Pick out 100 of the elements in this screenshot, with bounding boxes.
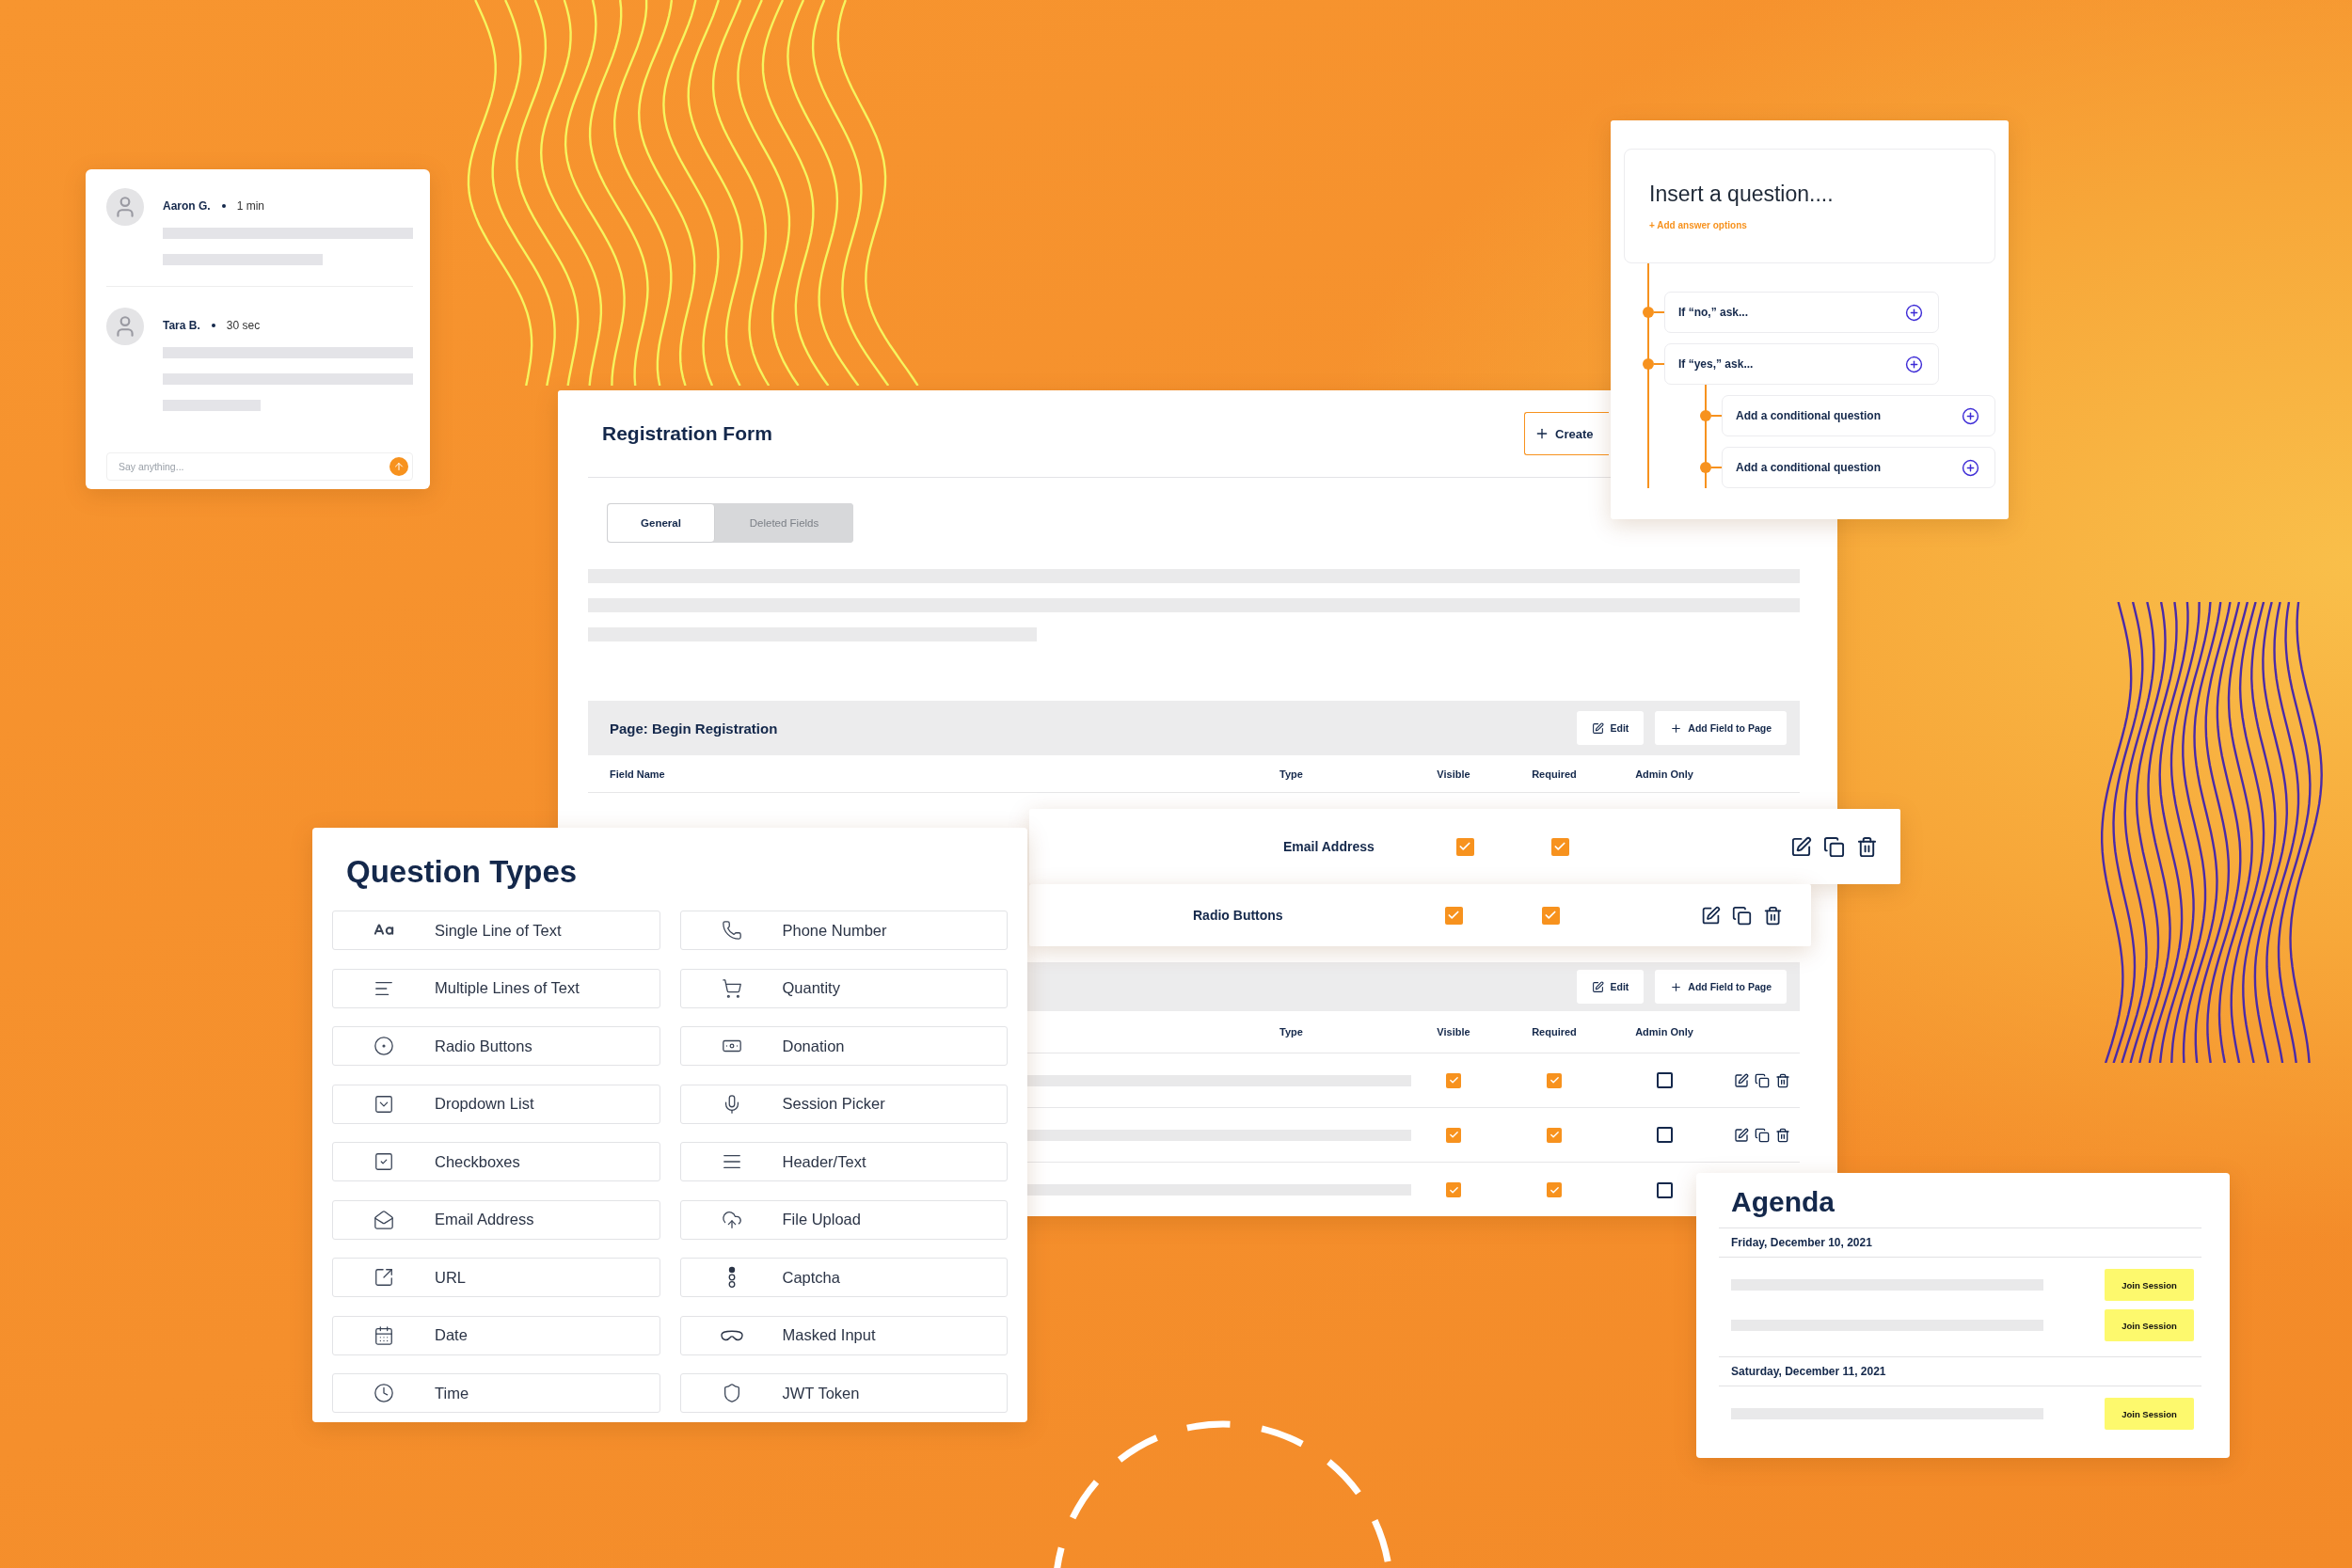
card-title: Question Types bbox=[346, 854, 579, 890]
separator-dot bbox=[221, 204, 226, 208]
question-type-item[interactable]: Radio Buttons bbox=[332, 1026, 660, 1066]
checkbox[interactable] bbox=[1446, 1182, 1461, 1197]
check-icon bbox=[1549, 1075, 1560, 1085]
checkbox[interactable] bbox=[1446, 1072, 1461, 1088]
copy-icon[interactable] bbox=[1823, 835, 1845, 858]
column-header: Type bbox=[1279, 1026, 1303, 1037]
question-type-item[interactable]: Phone Number bbox=[679, 911, 1008, 950]
question-type-item[interactable]: Quantity bbox=[679, 968, 1008, 1008]
field-row-card[interactable]: Radio Buttons bbox=[1029, 884, 1811, 946]
checkbox[interactable] bbox=[1444, 906, 1463, 925]
question-box[interactable]: Insert a question.... + Add answer options bbox=[1624, 149, 1995, 263]
question-type-item[interactable]: Donation bbox=[679, 1026, 1008, 1066]
question-type-item[interactable]: Checkboxes bbox=[332, 1142, 660, 1181]
branch-item[interactable]: If “yes,” ask... bbox=[1664, 343, 1939, 385]
card-title: Agenda bbox=[1730, 1186, 1836, 1219]
edit-icon bbox=[1592, 980, 1605, 993]
question-type-item[interactable]: Date bbox=[332, 1315, 660, 1355]
arrow-up-icon bbox=[393, 461, 405, 472]
question-type-item[interactable]: Time bbox=[332, 1373, 660, 1413]
checkbox[interactable] bbox=[1656, 1181, 1673, 1198]
message-field[interactable]: Say anything... bbox=[106, 452, 413, 481]
column-header: Visible bbox=[1437, 768, 1470, 780]
question-type-item[interactable]: Session Picker bbox=[679, 1084, 1008, 1124]
trash-icon[interactable] bbox=[1775, 1072, 1790, 1088]
checkbox-icon bbox=[373, 1151, 394, 1172]
check-icon bbox=[1544, 909, 1557, 922]
checkbox[interactable] bbox=[1547, 1127, 1562, 1143]
add-field-button[interactable]: Add Field to Page bbox=[1655, 970, 1787, 1004]
column-header: Type bbox=[1279, 768, 1303, 780]
copy-icon[interactable] bbox=[1732, 905, 1752, 926]
column-header: Visible bbox=[1437, 1026, 1470, 1037]
checkbox[interactable] bbox=[1547, 1182, 1562, 1197]
tab[interactable]: General bbox=[607, 503, 715, 543]
question-type-item[interactable]: Single Line of Text bbox=[332, 911, 660, 950]
join-session-button[interactable]: Join Session bbox=[2105, 1309, 2194, 1341]
check-icon bbox=[1549, 1184, 1560, 1196]
checkbox[interactable] bbox=[1550, 837, 1569, 856]
add-icon[interactable] bbox=[1905, 303, 1923, 322]
branch-item[interactable]: Add a conditional question bbox=[1722, 447, 1995, 488]
trash-icon[interactable] bbox=[1763, 905, 1783, 926]
question-type-item[interactable]: Captcha bbox=[679, 1258, 1008, 1297]
add-field-button[interactable]: Add Field to Page bbox=[1655, 711, 1787, 745]
clock-icon bbox=[373, 1383, 394, 1403]
plus-icon bbox=[1534, 426, 1549, 441]
checkbox[interactable] bbox=[1455, 837, 1474, 856]
question-type-item[interactable]: Dropdown List bbox=[332, 1084, 660, 1124]
question-type-item[interactable]: File Upload bbox=[679, 1199, 1008, 1240]
join-session-button[interactable]: Join Session bbox=[2105, 1398, 2194, 1430]
cloud-upload-icon bbox=[721, 1209, 742, 1230]
form-title: Registration Form bbox=[602, 422, 773, 445]
join-session-button[interactable]: Join Session bbox=[2105, 1269, 2194, 1301]
external-link-icon bbox=[373, 1267, 394, 1288]
question-type-item[interactable]: Masked Input bbox=[679, 1315, 1008, 1355]
edit-button[interactable]: Edit bbox=[1577, 711, 1645, 745]
question-type-item[interactable]: Header/Text bbox=[679, 1142, 1008, 1181]
trash-icon[interactable] bbox=[1775, 1127, 1790, 1143]
column-header: Required bbox=[1532, 1026, 1577, 1037]
copy-icon[interactable] bbox=[1755, 1127, 1770, 1143]
column-header: Admin Only bbox=[1635, 768, 1693, 780]
column-header: Required bbox=[1532, 768, 1577, 780]
question-type-item[interactable]: Email Address bbox=[332, 1199, 660, 1240]
checkbox[interactable] bbox=[1446, 1127, 1461, 1143]
calendar-icon bbox=[373, 1324, 394, 1346]
field-row-card[interactable]: Email Address bbox=[1029, 809, 1900, 884]
checkbox[interactable] bbox=[1656, 1127, 1673, 1143]
branch-item[interactable]: Add a conditional question bbox=[1722, 395, 1995, 436]
column-header: Field Name bbox=[610, 768, 665, 780]
agenda-date: Friday, December 10, 2021 bbox=[1731, 1236, 1872, 1249]
copy-icon[interactable] bbox=[1755, 1072, 1770, 1088]
branch-item[interactable]: If “no,” ask... bbox=[1664, 292, 1939, 333]
edit-icon[interactable] bbox=[1790, 835, 1812, 858]
author-name: Tara B. bbox=[163, 319, 200, 332]
check-icon bbox=[1549, 1130, 1560, 1140]
add-icon[interactable] bbox=[1905, 355, 1923, 373]
edit-icon[interactable] bbox=[1734, 1127, 1749, 1143]
plus-icon bbox=[1670, 980, 1683, 993]
dropdown-icon bbox=[373, 1093, 394, 1115]
add-icon[interactable] bbox=[1962, 406, 1979, 425]
question-type-item[interactable]: Multiple Lines of Text bbox=[332, 968, 660, 1008]
check-icon bbox=[1553, 840, 1566, 853]
edit-icon[interactable] bbox=[1701, 905, 1721, 926]
message-time: 30 sec bbox=[226, 319, 261, 332]
checkbox[interactable] bbox=[1541, 906, 1560, 925]
cart-icon bbox=[721, 977, 742, 999]
column-header: Admin Only bbox=[1635, 1026, 1693, 1037]
trash-icon[interactable] bbox=[1856, 835, 1878, 858]
check-icon bbox=[1458, 840, 1471, 853]
edit-button[interactable]: Edit bbox=[1577, 970, 1645, 1004]
author-name: Aaron G. bbox=[163, 199, 211, 213]
create-button[interactable]: Create bbox=[1524, 412, 1609, 455]
edit-icon bbox=[1592, 721, 1605, 735]
checkbox[interactable] bbox=[1656, 1072, 1673, 1088]
edit-icon[interactable] bbox=[1734, 1072, 1749, 1088]
checkbox[interactable] bbox=[1547, 1072, 1562, 1088]
question-type-item[interactable]: JWT Token bbox=[679, 1373, 1008, 1413]
question-type-item[interactable]: URL bbox=[332, 1258, 660, 1297]
add-icon[interactable] bbox=[1962, 458, 1979, 477]
phone-icon bbox=[721, 920, 742, 941]
